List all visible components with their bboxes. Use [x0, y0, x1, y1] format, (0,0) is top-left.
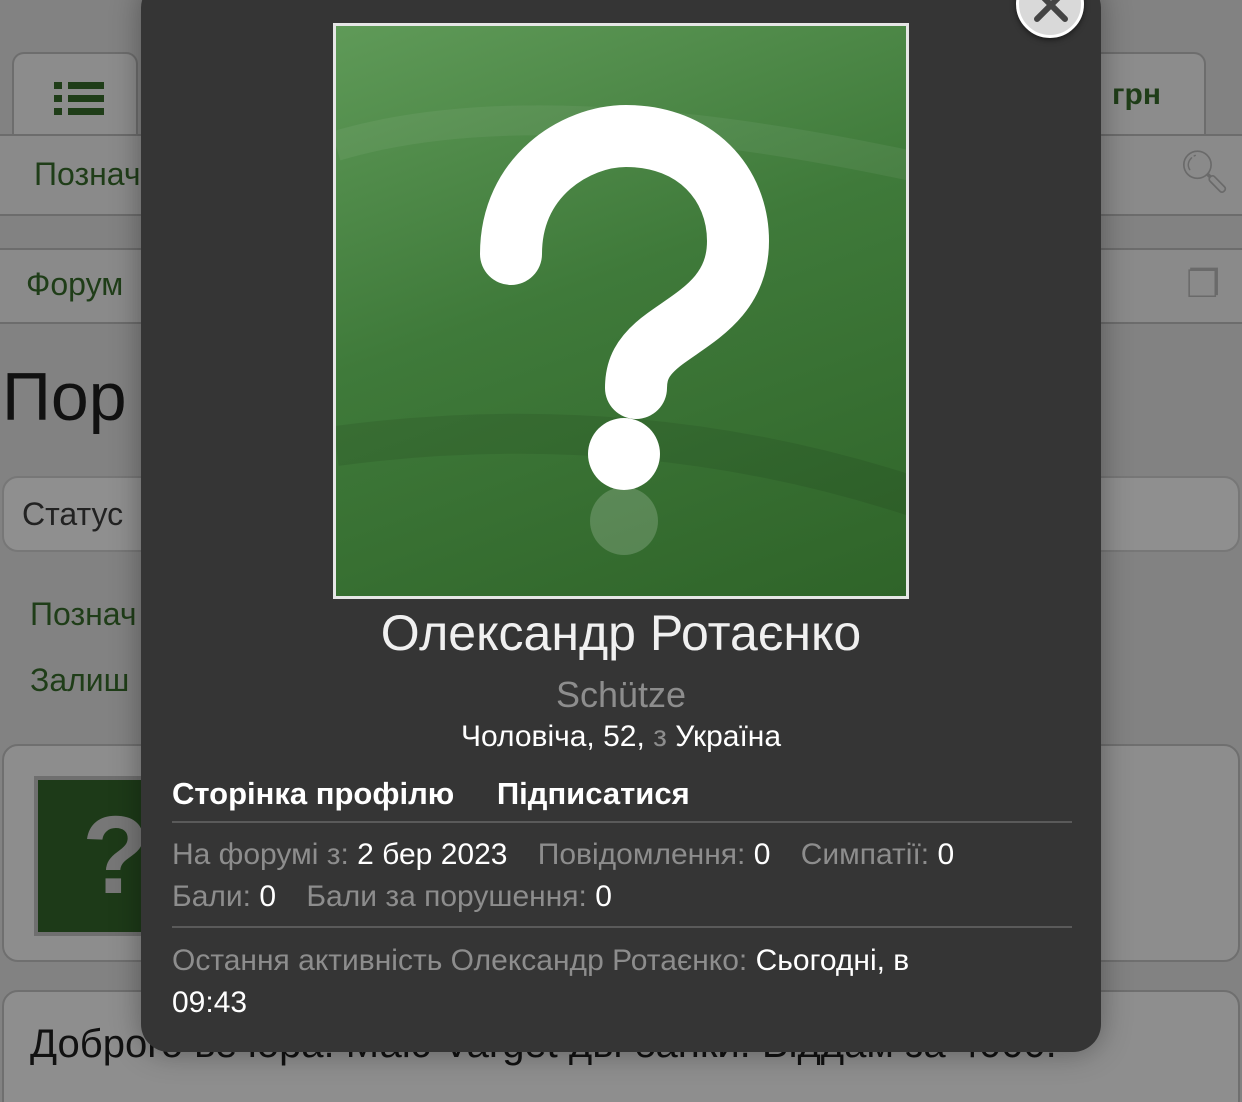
warning-points-label: Бали за порушення:: [306, 880, 587, 913]
last-activity-value: Сьогодні, в: [755, 944, 910, 977]
menu-tab[interactable]: [12, 52, 138, 136]
search-icon[interactable]: 🔍︎: [1178, 148, 1231, 197]
page-title: Пор: [2, 359, 127, 435]
last-activity: Остання активність Олександр Ротаєнко: С…: [172, 940, 1052, 1024]
joined-label: На форумі з:: [172, 838, 349, 871]
user-avatar[interactable]: [333, 23, 909, 599]
divider: [172, 926, 1072, 928]
question-mark-icon: [336, 105, 906, 555]
likes-value: 0: [937, 838, 955, 871]
bg-line-1: Познач: [30, 596, 137, 632]
messages-label[interactable]: Повідомлення:: [538, 838, 746, 871]
from-word: з: [653, 720, 667, 753]
warning-points-value: 0: [595, 880, 612, 913]
stats-row-1: На форумі з: 2 бер 2023 Повідомлення: 0 …: [172, 838, 976, 872]
follow-link[interactable]: Підписатися: [497, 776, 690, 811]
user-name[interactable]: Олександр Ротаєнко: [141, 604, 1101, 662]
close-icon: [1034, 0, 1068, 22]
user-title: Schütze: [555, 674, 687, 715]
divider: [172, 821, 1072, 823]
gender-age: Чоловіча, 52,: [460, 720, 645, 753]
last-activity-label: Остання активність Олександр Ротаєнко:: [172, 944, 748, 977]
likes-label: Симпатії:: [800, 838, 930, 871]
joined-value: 2 бер 2023: [357, 838, 508, 871]
bar1-label: Познач: [34, 156, 141, 192]
points-value[interactable]: 0: [259, 880, 276, 913]
messages-value[interactable]: 0: [754, 838, 771, 871]
bar2-label[interactable]: Форум: [26, 266, 123, 303]
menu-icon: [54, 82, 104, 121]
popup-links: Сторінка профілю Підписатися: [172, 776, 724, 812]
question-mark-icon: ?: [82, 794, 150, 917]
points-label[interactable]: Бали:: [172, 880, 251, 913]
cart-label: грн: [1112, 78, 1161, 111]
document-icon[interactable]: ❐: [1186, 262, 1220, 307]
status-label: Статус: [22, 496, 124, 532]
user-info: Чоловіча, 52, з Україна: [141, 720, 1101, 754]
stats-row-2: Бали: 0 Бали за порушення: 0: [172, 880, 634, 914]
country: Україна: [675, 720, 782, 753]
last-activity-time: 09:43: [172, 986, 248, 1019]
bg-line-2: Залиш: [30, 662, 130, 698]
profile-page-link[interactable]: Сторінка профілю: [172, 776, 454, 811]
